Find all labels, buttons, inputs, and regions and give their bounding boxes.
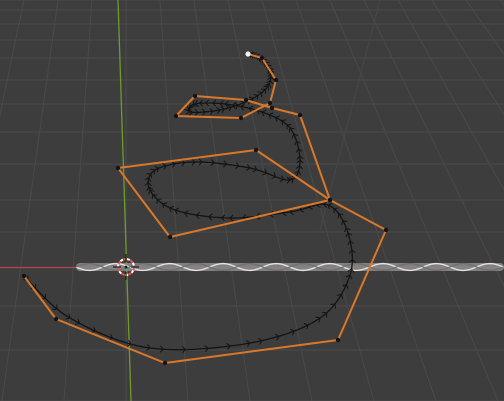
3d-viewport[interactable]	[0, 0, 504, 401]
control-point[interactable]	[192, 93, 198, 99]
hidden-mesh-spring	[75, 262, 504, 272]
bezier-curve	[23, 51, 356, 354]
control-point[interactable]	[269, 105, 275, 111]
control-point[interactable]	[267, 100, 273, 106]
control-point[interactable]	[115, 165, 121, 171]
control-point[interactable]	[238, 115, 244, 121]
control-point[interactable]	[21, 273, 27, 279]
control-point[interactable]	[53, 316, 59, 322]
cursor-center[interactable]	[124, 265, 128, 269]
control-polygon	[23, 53, 387, 364]
control-point[interactable]	[297, 112, 303, 118]
control-point[interactable]	[162, 360, 168, 366]
control-point[interactable]	[383, 227, 389, 233]
control-point[interactable]	[253, 147, 259, 153]
3d-cursor-icon[interactable]	[113, 254, 139, 280]
control-point[interactable]	[327, 197, 333, 203]
control-point[interactable]	[167, 234, 173, 240]
control-point[interactable]	[173, 113, 179, 119]
floor-grid	[0, 0, 504, 401]
control-point[interactable]	[273, 77, 279, 83]
control-point[interactable]	[243, 97, 249, 103]
active-control-point[interactable]	[245, 51, 251, 57]
curve-path	[23, 53, 354, 351]
control-point[interactable]	[259, 55, 265, 61]
control-polygon-line	[23, 53, 387, 364]
control-point[interactable]	[335, 337, 341, 343]
